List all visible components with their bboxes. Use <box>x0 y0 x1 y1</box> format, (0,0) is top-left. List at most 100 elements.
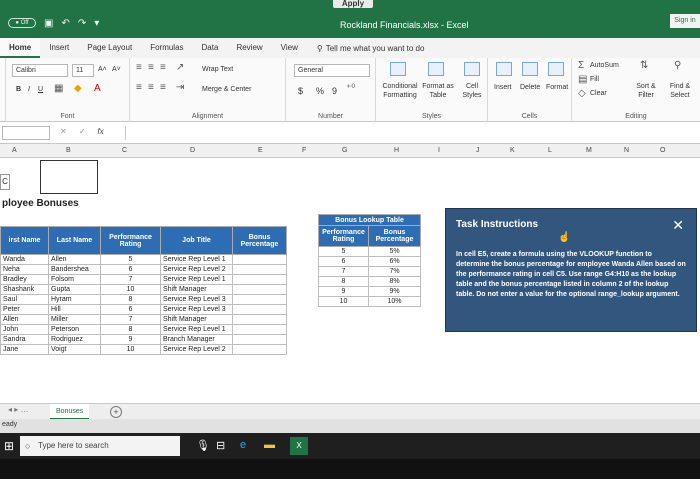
bonus-cell[interactable] <box>232 274 287 285</box>
sort-filter-button[interactable]: Sort & Filter <box>630 82 662 100</box>
conditional-formatting-icon[interactable] <box>390 62 406 76</box>
bonus-cell[interactable] <box>232 324 287 335</box>
first-name-cell[interactable]: Wanda <box>0 254 49 265</box>
name-box[interactable] <box>2 126 50 140</box>
header-bonus-percentage[interactable]: Bonus Percentage <box>232 226 287 255</box>
col-header-d[interactable]: D <box>190 144 195 158</box>
lookup-bonus-cell[interactable]: 5% <box>368 246 421 257</box>
align-right-icon[interactable]: ≡ <box>160 82 166 93</box>
tab-insert[interactable]: Insert <box>40 38 78 58</box>
lookup-rating-cell[interactable]: 9 <box>318 286 369 297</box>
lookup-rating-cell[interactable]: 8 <box>318 276 369 287</box>
cell-styles-button[interactable]: Cell Styles <box>458 82 486 100</box>
align-left-icon[interactable]: ≡ <box>136 82 142 93</box>
decimal-icon[interactable]: ⁺⁰ <box>346 83 355 94</box>
col-header-o[interactable]: O <box>660 144 665 158</box>
insert-button[interactable]: Insert <box>494 84 512 91</box>
lookup-rating-cell[interactable]: 7 <box>318 266 369 277</box>
rating-cell[interactable]: 6 <box>100 264 161 275</box>
number-format-box[interactable]: General <box>294 64 370 77</box>
last-name-cell[interactable]: Allen <box>48 254 101 265</box>
insert-function-icon[interactable]: fx <box>97 127 103 136</box>
redo-icon[interactable]: ↷ <box>78 18 86 29</box>
tell-me-box[interactable]: ⚲ Tell me what you want to do <box>307 44 425 53</box>
bonus-cell[interactable] <box>232 314 287 325</box>
rating-cell[interactable]: 9 <box>100 334 161 345</box>
bonus-cell[interactable] <box>232 264 287 275</box>
cancel-icon[interactable]: ✕ <box>60 127 67 136</box>
indent-icon[interactable]: ⇥ <box>176 82 184 93</box>
italic-button[interactable]: I <box>28 86 30 93</box>
lookup-bonus-cell[interactable]: 6% <box>368 256 421 267</box>
lookup-header-bonus[interactable]: Bonus Percentage <box>368 225 421 247</box>
tab-home[interactable]: Home <box>0 38 41 58</box>
format-cells-icon[interactable] <box>548 62 564 76</box>
rating-cell[interactable]: 10 <box>100 344 161 355</box>
lookup-rating-cell[interactable]: 6 <box>318 256 369 267</box>
job-title-cell[interactable]: Service Rep Level 2 <box>160 264 233 275</box>
job-title-cell[interactable]: Shift Manager <box>160 284 233 295</box>
font-size-box[interactable]: 11 <box>72 64 94 77</box>
apply-button[interactable]: Apply <box>333 0 373 8</box>
rating-cell[interactable]: 7 <box>100 314 161 325</box>
cell-label[interactable]: C <box>0 174 10 190</box>
col-header-c[interactable]: C <box>122 144 127 158</box>
grow-font-button[interactable]: A˄ <box>98 66 107 73</box>
close-icon[interactable]: ✕ <box>672 217 684 234</box>
rating-cell[interactable]: 5 <box>100 254 161 265</box>
first-name-cell[interactable]: John <box>0 324 49 335</box>
col-header-k[interactable]: K <box>510 144 515 158</box>
lookup-rating-cell[interactable]: 5 <box>318 246 369 257</box>
format-button[interactable]: Format <box>546 84 568 91</box>
orientation-icon[interactable]: ↗ <box>176 62 184 73</box>
col-header-b[interactable]: B <box>66 144 71 158</box>
sheet-nav-arrows-icon[interactable]: ◂ ▸ … <box>8 405 28 414</box>
align-middle-icon[interactable]: ≡ <box>148 62 154 73</box>
last-name-cell[interactable]: Rodriguez <box>48 334 101 345</box>
excel-app-icon[interactable]: X <box>290 437 308 455</box>
job-title-cell[interactable]: Service Rep Level 2 <box>160 344 233 355</box>
first-name-cell[interactable]: Jane <box>0 344 49 355</box>
last-name-cell[interactable]: Miller <box>48 314 101 325</box>
delete-cells-icon[interactable] <box>522 62 538 76</box>
job-title-cell[interactable]: Service Rep Level 1 <box>160 324 233 335</box>
fill-color-icon[interactable]: ◆ <box>74 83 82 94</box>
windows-start-icon[interactable]: ⊞ <box>4 439 14 453</box>
selected-cell-box[interactable] <box>40 160 98 194</box>
first-name-cell[interactable]: Bradley <box>0 274 49 285</box>
borders-icon[interactable]: ▦ <box>54 83 63 94</box>
sign-in-button[interactable]: Sign in <box>670 14 700 28</box>
sheet-tab-bonuses[interactable]: Bonuses <box>50 404 90 420</box>
autosum-button[interactable]: AutoSum <box>590 62 619 69</box>
currency-button[interactable]: $ <box>298 86 303 96</box>
bonus-cell[interactable] <box>232 334 287 345</box>
enter-icon[interactable]: ✓ <box>79 127 86 136</box>
rating-cell[interactable]: 6 <box>100 304 161 315</box>
last-name-cell[interactable]: Folsom <box>48 274 101 285</box>
customize-qat-icon[interactable]: ▾ <box>94 18 99 29</box>
header-last-name[interactable]: Last Name <box>48 226 101 255</box>
first-name-cell[interactable]: Sandra <box>0 334 49 345</box>
add-sheet-icon[interactable]: + <box>110 406 122 418</box>
header-performance-rating[interactable]: Performance Rating <box>100 226 161 255</box>
first-name-cell[interactable]: Allen <box>0 314 49 325</box>
col-header-j[interactable]: J <box>476 144 480 158</box>
task-view-icon[interactable]: ⊟ <box>216 439 225 452</box>
tab-formulas[interactable]: Formulas <box>141 38 192 58</box>
first-name-cell[interactable]: Neha <box>0 264 49 275</box>
find-select-button[interactable]: Find & Select <box>662 82 698 100</box>
last-name-cell[interactable]: Hill <box>48 304 101 315</box>
bonus-cell[interactable] <box>232 294 287 305</box>
file-explorer-icon[interactable]: ▬ <box>264 439 275 451</box>
percent-button[interactable]: % <box>316 86 324 96</box>
align-center-icon[interactable]: ≡ <box>148 82 154 93</box>
taskbar-search[interactable]: ○ Type here to search <box>20 436 180 456</box>
col-header-h[interactable]: H <box>394 144 399 158</box>
wrap-text-button[interactable]: Wrap Text <box>202 66 233 73</box>
comma-button[interactable]: 9 <box>332 86 337 96</box>
last-name-cell[interactable]: Hyram <box>48 294 101 305</box>
first-name-cell[interactable]: Peter <box>0 304 49 315</box>
tab-view[interactable]: View <box>272 38 307 58</box>
header-job-title[interactable]: Job Title <box>160 226 233 255</box>
lookup-title[interactable]: Bonus Lookup Table <box>318 214 421 226</box>
